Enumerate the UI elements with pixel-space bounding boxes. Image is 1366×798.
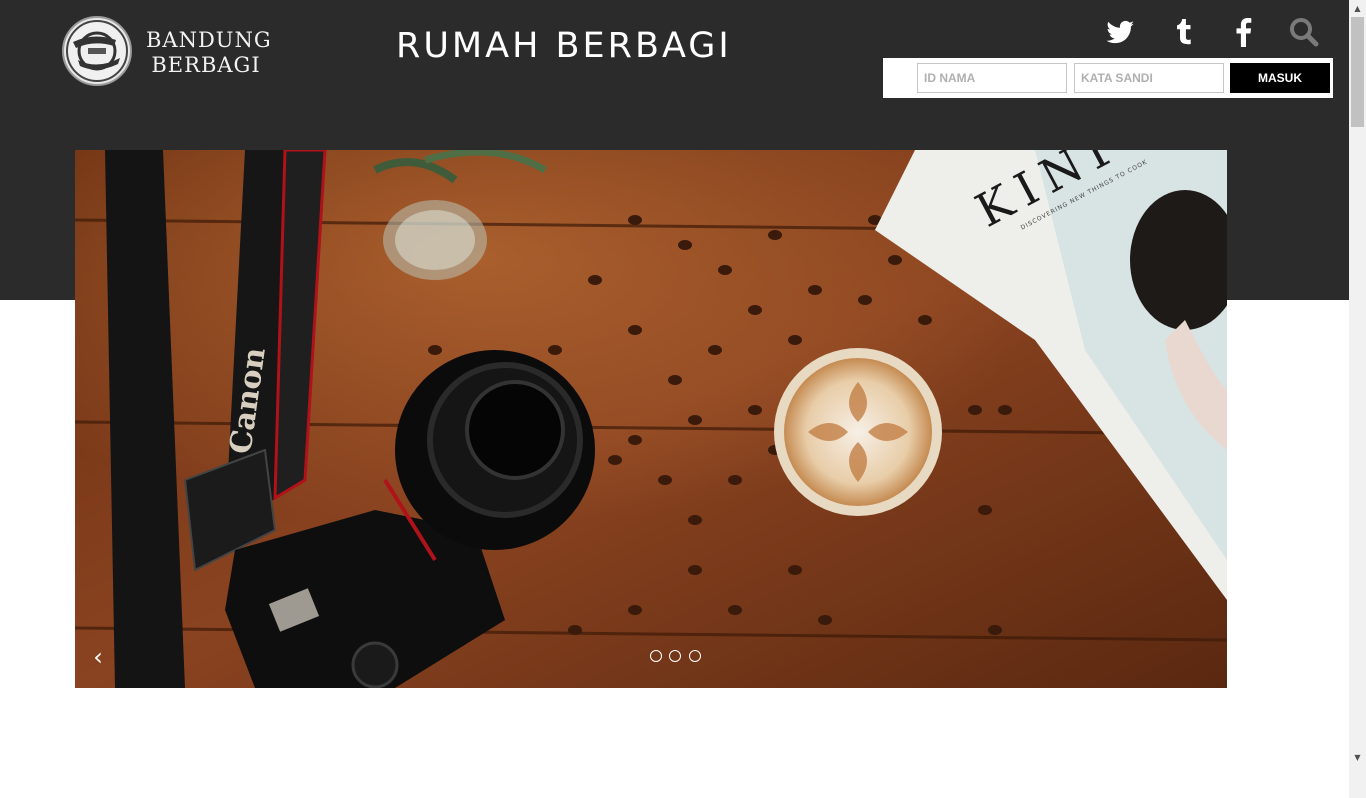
facebook-icon[interactable]	[1228, 16, 1260, 50]
slider-dot-3[interactable]	[688, 650, 701, 662]
scroll-up-arrow[interactable]: ▲	[1349, 0, 1366, 17]
tumblr-icon[interactable]	[1168, 16, 1200, 50]
login-button[interactable]: MASUK	[1230, 63, 1330, 93]
twitter-icon[interactable]	[1104, 16, 1136, 50]
scroll-thumb[interactable]	[1351, 17, 1364, 127]
page-title: RUMAH BERBAGI	[396, 26, 732, 66]
site-logo[interactable]: BANDUNG BERBAGI	[62, 16, 271, 88]
login-form: MASUK	[883, 58, 1333, 98]
logo-emblem	[62, 16, 132, 86]
slider-dot-1[interactable]	[650, 650, 662, 662]
logo-wordmark: BANDUNG BERBAGI	[146, 28, 272, 78]
logo-line-2: BERBAGI	[151, 53, 261, 77]
slider-pagination	[650, 649, 704, 665]
hero-image: KINF DISCOVERING NEW THINGS TO COOK Cano…	[75, 150, 1227, 688]
logo-line-1: BANDUNG	[146, 28, 272, 52]
vertical-scrollbar[interactable]: ▲ ▼	[1349, 0, 1366, 798]
scroll-down-arrow[interactable]: ▼	[1349, 749, 1366, 766]
hero-slider[interactable]: KINF DISCOVERING NEW THINGS TO COOK Cano…	[75, 150, 1227, 688]
slider-dot-2[interactable]	[669, 650, 682, 662]
search-icon[interactable]	[1288, 16, 1320, 50]
slider-prev-arrow[interactable]: ‹	[83, 640, 113, 674]
username-input[interactable]	[917, 63, 1067, 93]
password-input[interactable]	[1074, 63, 1224, 93]
